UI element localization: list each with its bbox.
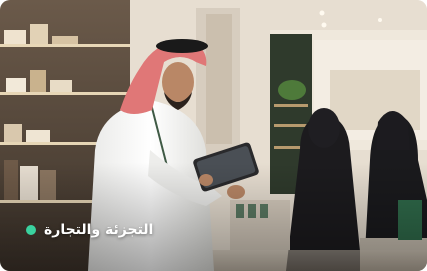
category-title: التجزئة والتجارة xyxy=(44,222,154,238)
status-dot-icon xyxy=(26,225,36,235)
category-card[interactable]: التجزئة والتجارة xyxy=(0,0,427,271)
category-caption: التجزئة والتجارة xyxy=(26,216,196,244)
